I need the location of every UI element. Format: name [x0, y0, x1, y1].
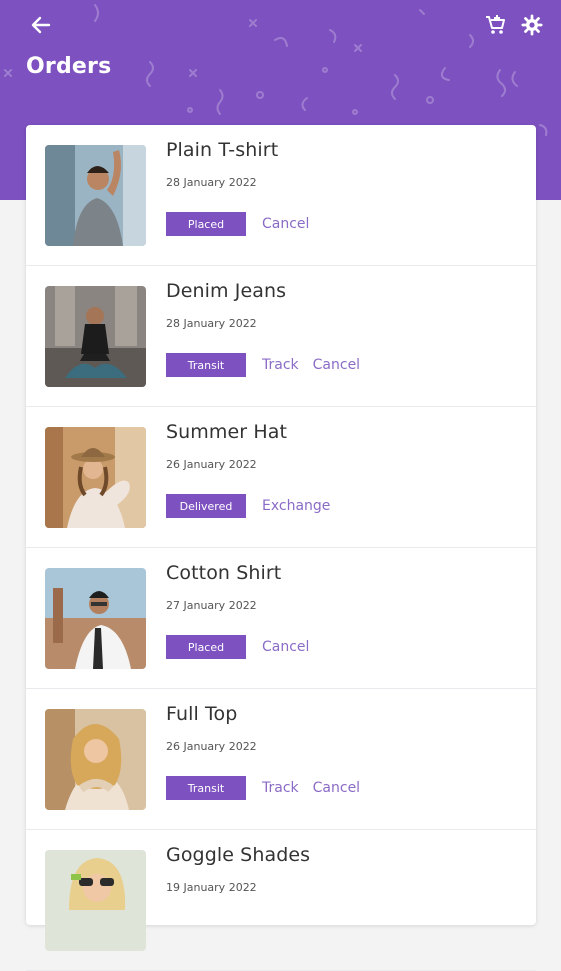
cancel-link[interactable]: Cancel: [262, 639, 309, 655]
product-image: [45, 427, 146, 528]
order-item[interactable]: Summer Hat 26 January 2022 Delivered Exc…: [26, 407, 536, 548]
orders-list: Plain T-shirt 28 January 2022 Placed Can…: [26, 125, 536, 971]
cancel-link[interactable]: Cancel: [262, 216, 309, 232]
product-image: [45, 850, 146, 951]
order-date: 28 January 2022: [166, 317, 257, 330]
order-item[interactable]: Goggle Shades 19 January 2022: [26, 830, 536, 971]
status-badge: Delivered: [166, 494, 246, 518]
order-item[interactable]: Plain T-shirt 28 January 2022 Placed Can…: [26, 125, 536, 266]
gear-icon: [521, 14, 543, 36]
status-badge: Transit: [166, 353, 246, 377]
status-badge: Placed: [166, 635, 246, 659]
settings-button[interactable]: [519, 12, 545, 38]
order-date: 19 January 2022: [166, 881, 257, 894]
order-date: 28 January 2022: [166, 176, 257, 189]
back-button[interactable]: [24, 10, 58, 40]
cart-button[interactable]: [483, 12, 509, 38]
product-name: Plain T-shirt: [166, 139, 279, 161]
product-name: Goggle Shades: [166, 844, 311, 866]
arrow-left-icon: [31, 16, 51, 34]
product-image: [45, 286, 146, 387]
cancel-link[interactable]: Cancel: [313, 357, 360, 373]
status-badge: Placed: [166, 212, 246, 236]
order-item[interactable]: Full Top 26 January 2022 Transit Track C…: [26, 689, 536, 830]
track-link[interactable]: Track: [262, 780, 299, 796]
status-badge: Transit: [166, 776, 246, 800]
product-name: Summer Hat: [166, 421, 288, 443]
product-name: Full Top: [166, 703, 238, 725]
track-link[interactable]: Track: [262, 357, 299, 373]
order-date: 26 January 2022: [166, 458, 257, 471]
order-item[interactable]: Cotton Shirt 27 January 2022 Placed Canc…: [26, 548, 536, 689]
product-name: Denim Jeans: [166, 280, 287, 302]
page-title: Orders: [26, 54, 112, 79]
product-image: [45, 145, 146, 246]
exchange-link[interactable]: Exchange: [262, 498, 330, 514]
order-date: 27 January 2022: [166, 599, 257, 612]
product-image: [45, 568, 146, 669]
product-image: [45, 709, 146, 810]
order-item[interactable]: Denim Jeans 28 January 2022 Transit Trac…: [26, 266, 536, 407]
order-date: 26 January 2022: [166, 740, 257, 753]
add-to-cart-icon: [486, 15, 505, 34]
product-name: Cotton Shirt: [166, 562, 282, 584]
cancel-link[interactable]: Cancel: [313, 780, 360, 796]
